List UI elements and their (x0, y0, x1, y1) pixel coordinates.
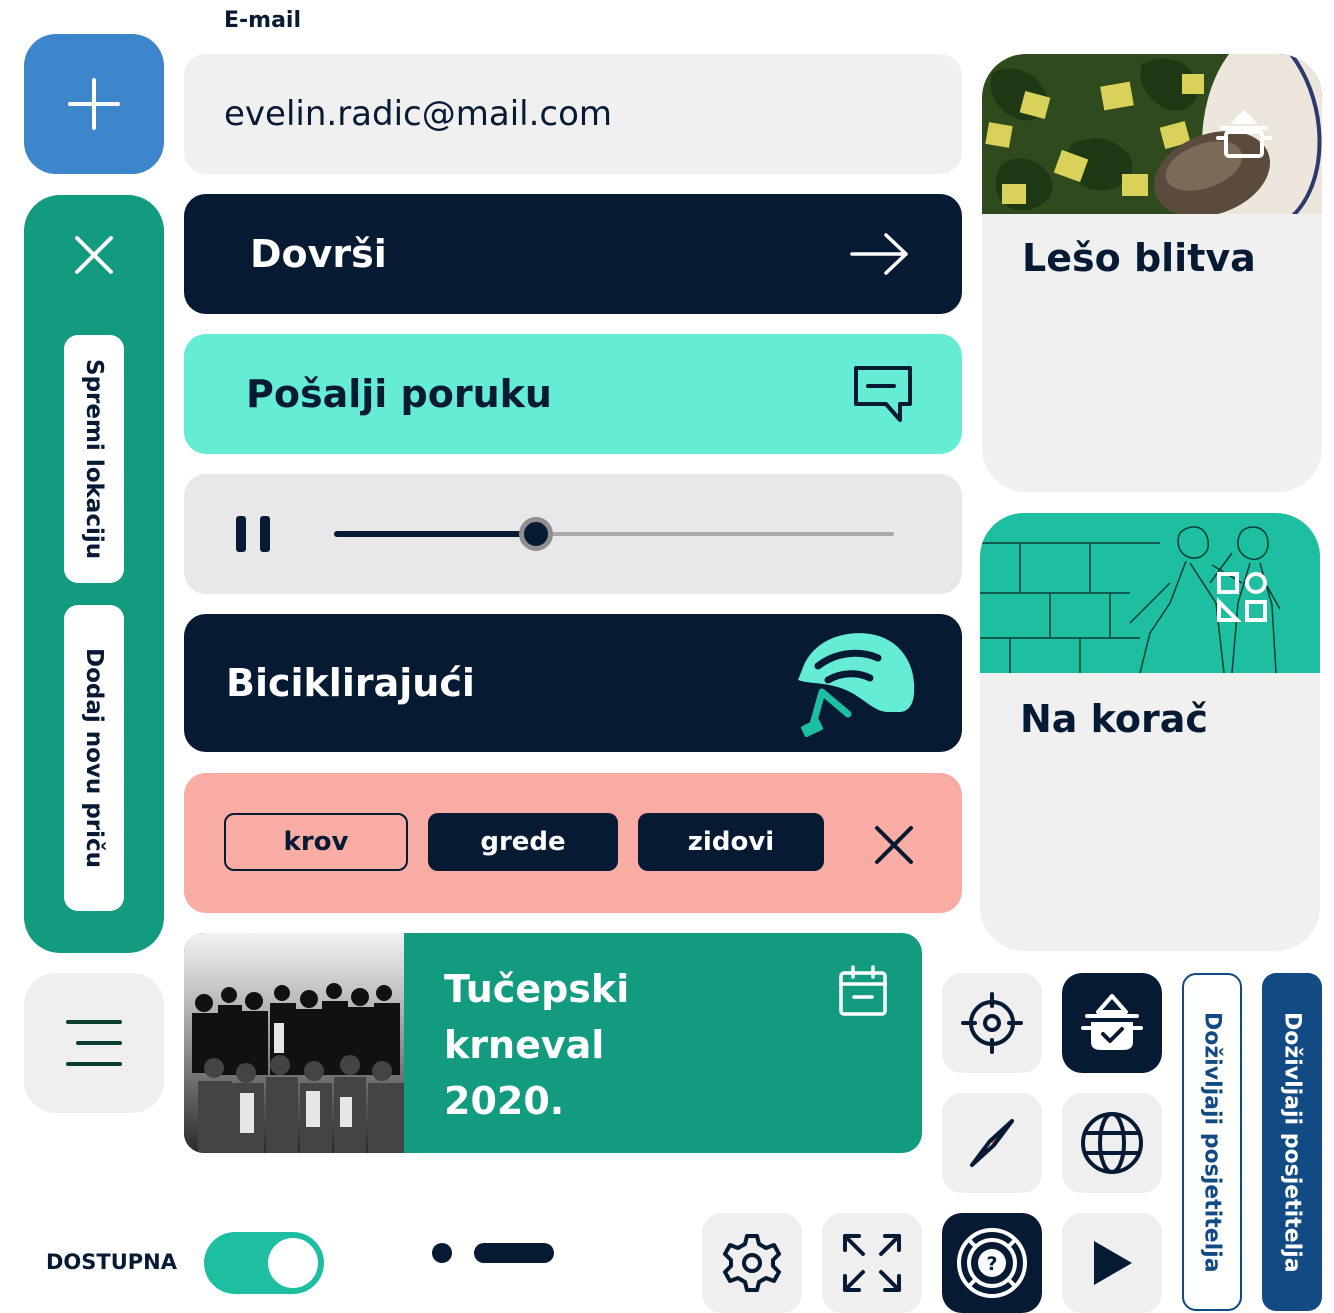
visitor-experiences-button-filled[interactable]: Doživljaji posjetitelja (1262, 973, 1322, 1311)
message-icon (854, 366, 912, 422)
cooking-button[interactable] (1062, 973, 1162, 1073)
recipe-card-leso-blitva[interactable]: Lešo blitva (982, 54, 1322, 492)
event-title-line: 2020. (444, 1079, 565, 1123)
close-icon[interactable] (874, 825, 914, 865)
menu-button[interactable] (24, 973, 164, 1113)
tag-chip-grede[interactable]: grede (428, 813, 618, 871)
globe-icon (1081, 1112, 1143, 1174)
side-action-panel: Spremi lokaciju Dodaj novu priču (24, 195, 164, 953)
cycling-button[interactable]: Biciklirajući (184, 614, 962, 752)
visitor-experiences-label: Doživljaji posjetitelja (1279, 1011, 1305, 1273)
tag-label: krov (283, 827, 349, 857)
progress-slider[interactable] (334, 517, 894, 551)
language-button[interactable] (1062, 1093, 1162, 1193)
email-value: evelin.radic@mail.com (224, 94, 613, 134)
gear-icon (723, 1234, 781, 1292)
send-message-label: Pošalji poruku (246, 372, 552, 416)
cycling-label: Biciklirajući (226, 661, 475, 705)
audio-player (184, 474, 962, 594)
shapes-icon (1217, 572, 1267, 622)
add-button[interactable] (24, 34, 164, 174)
menu-icon (66, 1020, 122, 1066)
play-button[interactable] (1062, 1213, 1162, 1313)
event-title-line: Tučepski (444, 967, 630, 1011)
add-story-button[interactable]: Dodaj novu priču (64, 605, 124, 911)
availability-toggle[interactable] (204, 1232, 324, 1294)
illustration-photo (980, 513, 1320, 673)
visitor-experiences-label: Doživljaji posjetitelja (1199, 1011, 1225, 1273)
fullscreen-button[interactable] (822, 1213, 922, 1313)
tag-label: grede (480, 827, 566, 857)
slider-fill (334, 531, 536, 537)
crosshair-icon (961, 992, 1023, 1054)
add-story-label: Dodaj novu priču (81, 647, 107, 869)
email-field[interactable]: evelin.radic@mail.com (184, 54, 962, 174)
plus-icon (68, 78, 120, 130)
expand-icon (843, 1234, 901, 1292)
visitor-experiences-button-outlined[interactable]: Doživljaji posjetitelja (1182, 973, 1242, 1311)
arrow-right-icon (850, 233, 908, 275)
event-card[interactable]: Tučepski krneval 2020. (184, 933, 922, 1153)
cooking-pot-icon (1216, 110, 1272, 158)
toggle-knob (268, 1238, 318, 1288)
send-message-button[interactable]: Pošalji poruku (184, 334, 962, 454)
event-title: Tučepski krneval 2020. (444, 961, 824, 1129)
tag-chip-zidovi[interactable]: zidovi (638, 813, 824, 871)
bike-helmet-icon (798, 633, 915, 738)
recipe-card-na-korac[interactable]: Na korač (980, 513, 1320, 951)
svg-text:?: ? (986, 1253, 997, 1275)
help-lifebuoy-icon: ? (957, 1228, 1027, 1298)
compass-icon (970, 1119, 1014, 1167)
compass-button[interactable] (942, 1093, 1042, 1193)
finish-button[interactable]: Dovrši (184, 194, 962, 314)
email-label: E-mail (224, 8, 302, 33)
event-title-line: krneval (444, 1023, 605, 1067)
pagination-dot-active[interactable] (474, 1243, 554, 1263)
play-icon (1094, 1241, 1132, 1285)
cooking-pot-check-icon (1081, 994, 1143, 1050)
tag-chip-krov[interactable]: krov (224, 813, 408, 871)
pagination-dot[interactable] (432, 1243, 452, 1263)
tag-filter-bar: krov grede zidovi (184, 773, 962, 913)
save-location-button[interactable]: Spremi lokaciju (64, 335, 124, 583)
tag-label: zidovi (687, 827, 775, 857)
card-title: Lešo blitva (1022, 236, 1256, 280)
locate-button[interactable] (942, 973, 1042, 1073)
event-photo (184, 933, 404, 1153)
help-button[interactable]: ? (942, 1213, 1042, 1313)
save-location-label: Spremi lokaciju (81, 358, 107, 560)
finish-label: Dovrši (250, 232, 387, 276)
close-icon[interactable] (74, 235, 114, 275)
slider-handle[interactable] (518, 517, 553, 551)
settings-button[interactable] (702, 1213, 802, 1313)
card-title: Na korač (1020, 697, 1208, 741)
calendar-icon (839, 965, 887, 1016)
pause-icon[interactable] (234, 514, 274, 554)
availability-label: DOSTUPNA (46, 1250, 178, 1274)
